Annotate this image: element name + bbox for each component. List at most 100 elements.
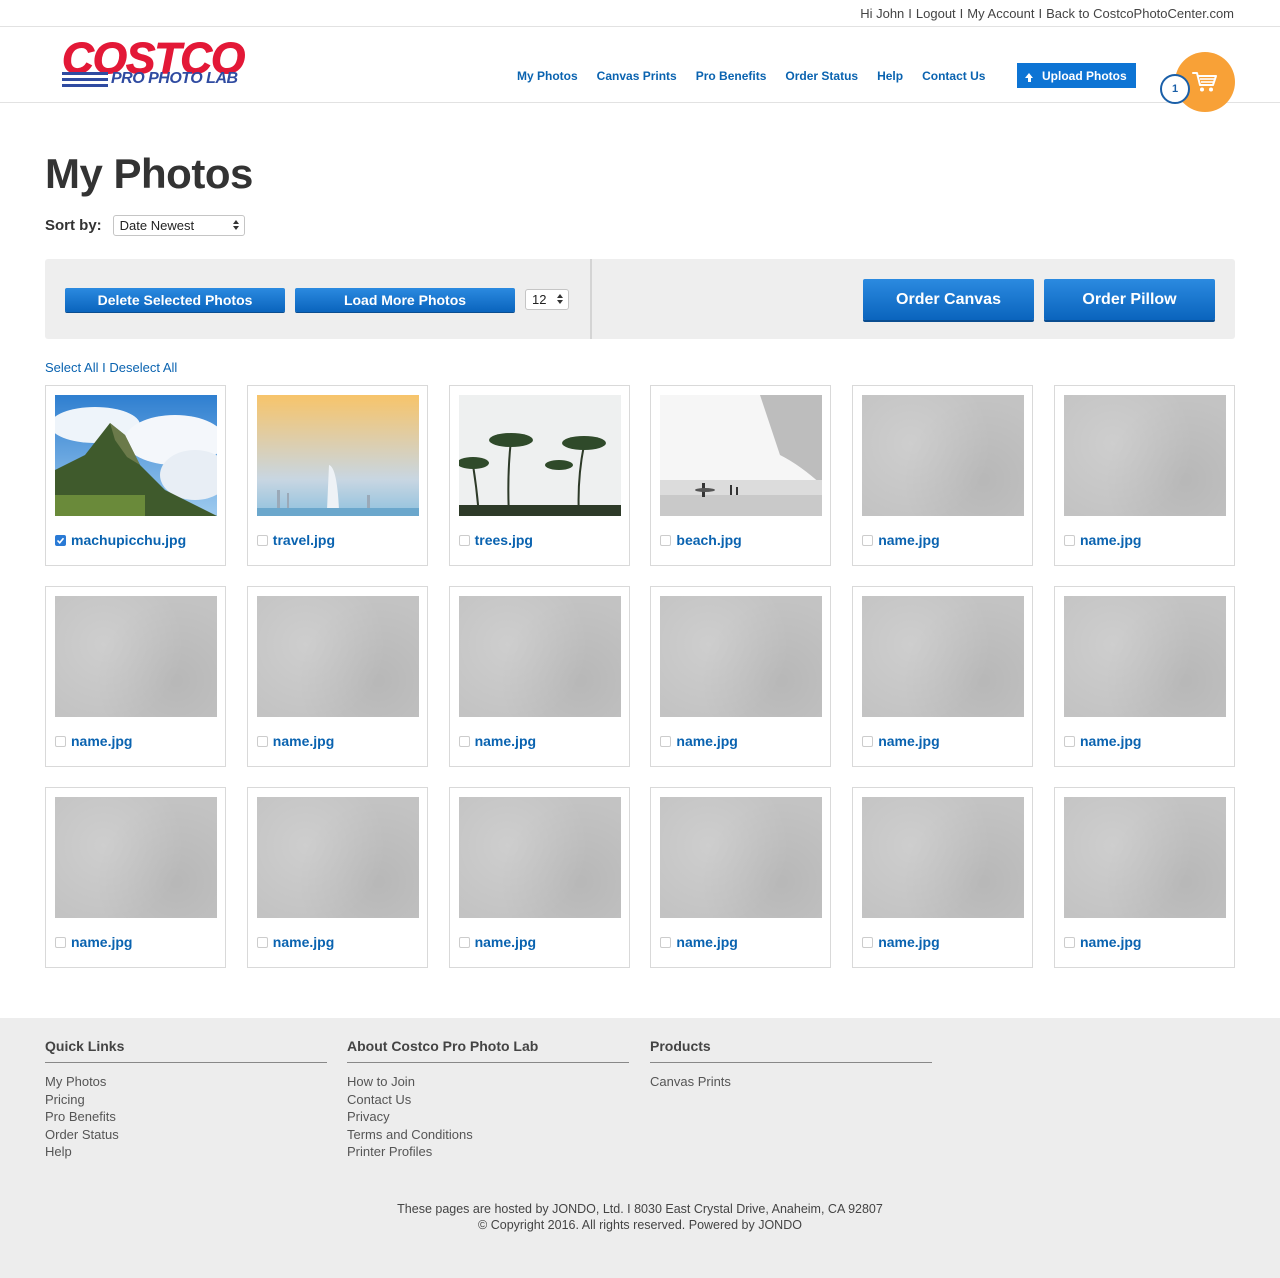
costco-pro-photo-lab-logo[interactable]: COSTCO PRO PHOTO LAB bbox=[62, 36, 247, 92]
photo-thumbnail[interactable] bbox=[862, 797, 1025, 918]
photo-thumbnail[interactable] bbox=[256, 596, 419, 717]
photo-filename[interactable]: name.jpg bbox=[676, 733, 737, 749]
photo-thumbnail[interactable] bbox=[256, 395, 419, 516]
photo-checkbox[interactable] bbox=[55, 534, 66, 546]
photo-filename[interactable]: name.jpg bbox=[475, 733, 536, 749]
photo-card[interactable]: trees.jpg bbox=[448, 385, 630, 566]
photo-card[interactable]: travel.jpg bbox=[246, 385, 428, 566]
footer-link-contact-us[interactable]: Contact Us bbox=[347, 1091, 629, 1109]
photo-checkbox[interactable] bbox=[660, 936, 672, 948]
load-more-button[interactable]: Load More Photos bbox=[295, 288, 515, 312]
footer-link-printer-profiles[interactable]: Printer Profiles bbox=[347, 1143, 629, 1161]
nav-help[interactable]: Help bbox=[877, 69, 903, 83]
footer-link-my-photos[interactable]: My Photos bbox=[45, 1073, 327, 1091]
photo-thumbnail[interactable] bbox=[55, 797, 217, 918]
nav-contact-us[interactable]: Contact Us bbox=[922, 69, 985, 83]
footer-link-canvas-prints[interactable]: Canvas Prints bbox=[650, 1073, 932, 1091]
photo-card[interactable]: name.jpg bbox=[1053, 787, 1235, 968]
photo-thumbnail[interactable] bbox=[862, 596, 1025, 717]
footer-link-privacy[interactable]: Privacy bbox=[347, 1108, 629, 1126]
photo-filename[interactable]: name.jpg bbox=[273, 733, 334, 749]
photo-filename[interactable]: name.jpg bbox=[273, 934, 334, 950]
footer-link-order-status[interactable]: Order Status bbox=[45, 1126, 327, 1144]
photo-thumbnail[interactable] bbox=[1063, 395, 1226, 516]
photo-thumbnail[interactable] bbox=[660, 596, 823, 717]
photo-thumbnail[interactable] bbox=[55, 596, 217, 717]
photo-thumbnail[interactable] bbox=[660, 797, 823, 918]
photo-filename[interactable]: name.jpg bbox=[475, 934, 536, 950]
photo-card[interactable]: machupicchu.jpg bbox=[45, 385, 226, 566]
photo-card[interactable]: name.jpg bbox=[650, 586, 832, 767]
photo-card[interactable]: name.jpg bbox=[45, 787, 226, 968]
photo-card[interactable]: name.jpg bbox=[650, 787, 832, 968]
photo-card[interactable]: name.jpg bbox=[1053, 586, 1235, 767]
order-canvas-button[interactable]: Order Canvas bbox=[863, 279, 1034, 320]
photo-checkbox[interactable] bbox=[660, 735, 672, 747]
photo-checkbox[interactable] bbox=[55, 936, 66, 948]
photo-thumbnail[interactable] bbox=[55, 395, 217, 516]
photo-thumbnail[interactable] bbox=[862, 395, 1025, 516]
photo-checkbox[interactable] bbox=[1063, 534, 1075, 546]
nav-my-photos[interactable]: My Photos bbox=[517, 69, 578, 83]
upload-photos-button[interactable]: Upload Photos bbox=[1017, 63, 1136, 88]
back-to-photocenter-link[interactable]: Back to CostcoPhotoCenter.com bbox=[1046, 6, 1234, 21]
photo-thumbnail[interactable] bbox=[458, 596, 621, 717]
photo-filename[interactable]: name.jpg bbox=[1080, 934, 1141, 950]
photo-card[interactable]: name.jpg bbox=[852, 385, 1034, 566]
photo-filename[interactable]: name.jpg bbox=[878, 934, 939, 950]
photo-checkbox[interactable] bbox=[1063, 735, 1075, 747]
photo-checkbox[interactable] bbox=[55, 735, 66, 747]
photo-checkbox[interactable] bbox=[458, 735, 470, 747]
photo-filename[interactable]: name.jpg bbox=[71, 934, 132, 950]
deselect-all-link[interactable]: Deselect All bbox=[109, 360, 177, 375]
photo-thumbnail[interactable] bbox=[458, 797, 621, 918]
photo-card[interactable]: beach.jpg bbox=[650, 385, 832, 566]
photo-thumbnail[interactable] bbox=[1063, 596, 1226, 717]
photo-checkbox[interactable] bbox=[862, 534, 874, 546]
photo-filename[interactable]: name.jpg bbox=[878, 733, 939, 749]
photo-filename[interactable]: name.jpg bbox=[1080, 532, 1141, 548]
photo-thumbnail[interactable] bbox=[458, 395, 621, 516]
photo-card[interactable]: name.jpg bbox=[1053, 385, 1235, 566]
photo-checkbox[interactable] bbox=[256, 534, 268, 546]
nav-order-status[interactable]: Order Status bbox=[785, 69, 858, 83]
my-account-link[interactable]: My Account bbox=[967, 6, 1034, 21]
photo-card[interactable]: name.jpg bbox=[448, 787, 630, 968]
nav-pro-benefits[interactable]: Pro Benefits bbox=[696, 69, 767, 83]
select-all-link[interactable]: Select All bbox=[45, 360, 98, 375]
photo-card[interactable]: name.jpg bbox=[246, 586, 428, 767]
photo-filename[interactable]: name.jpg bbox=[676, 934, 737, 950]
footer-link-pro-benefits[interactable]: Pro Benefits bbox=[45, 1108, 327, 1126]
delete-selected-button[interactable]: Delete Selected Photos bbox=[65, 288, 285, 312]
logout-link[interactable]: Logout bbox=[916, 6, 956, 21]
photo-thumbnail[interactable] bbox=[256, 797, 419, 918]
photo-checkbox[interactable] bbox=[458, 936, 470, 948]
photo-card[interactable]: name.jpg bbox=[852, 787, 1034, 968]
footer-link-pricing[interactable]: Pricing bbox=[45, 1091, 327, 1109]
photo-checkbox[interactable] bbox=[660, 534, 672, 546]
footer-link-how-to-join[interactable]: How to Join bbox=[347, 1073, 629, 1091]
photo-filename[interactable]: beach.jpg bbox=[676, 532, 741, 548]
nav-canvas-prints[interactable]: Canvas Prints bbox=[597, 69, 677, 83]
photo-checkbox[interactable] bbox=[256, 936, 268, 948]
photo-card[interactable]: name.jpg bbox=[45, 586, 226, 767]
footer-link-help[interactable]: Help bbox=[45, 1143, 327, 1161]
per-page-select[interactable]: 12 bbox=[525, 289, 569, 310]
photo-filename[interactable]: name.jpg bbox=[71, 733, 132, 749]
sort-select[interactable]: Date Newest bbox=[112, 215, 245, 236]
photo-checkbox[interactable] bbox=[862, 936, 874, 948]
photo-checkbox[interactable] bbox=[1063, 936, 1075, 948]
photo-filename[interactable]: name.jpg bbox=[1080, 733, 1141, 749]
photo-card[interactable]: name.jpg bbox=[246, 787, 428, 968]
photo-card[interactable]: name.jpg bbox=[852, 586, 1034, 767]
photo-filename[interactable]: machupicchu.jpg bbox=[71, 532, 186, 548]
footer-link-terms[interactable]: Terms and Conditions bbox=[347, 1126, 629, 1144]
photo-checkbox[interactable] bbox=[256, 735, 268, 747]
photo-thumbnail[interactable] bbox=[1063, 797, 1226, 918]
photo-filename[interactable]: name.jpg bbox=[878, 532, 939, 548]
photo-thumbnail[interactable] bbox=[660, 395, 823, 516]
photo-card[interactable]: name.jpg bbox=[448, 586, 630, 767]
photo-checkbox[interactable] bbox=[458, 534, 470, 546]
photo-filename[interactable]: trees.jpg bbox=[475, 532, 533, 548]
photo-checkbox[interactable] bbox=[862, 735, 874, 747]
